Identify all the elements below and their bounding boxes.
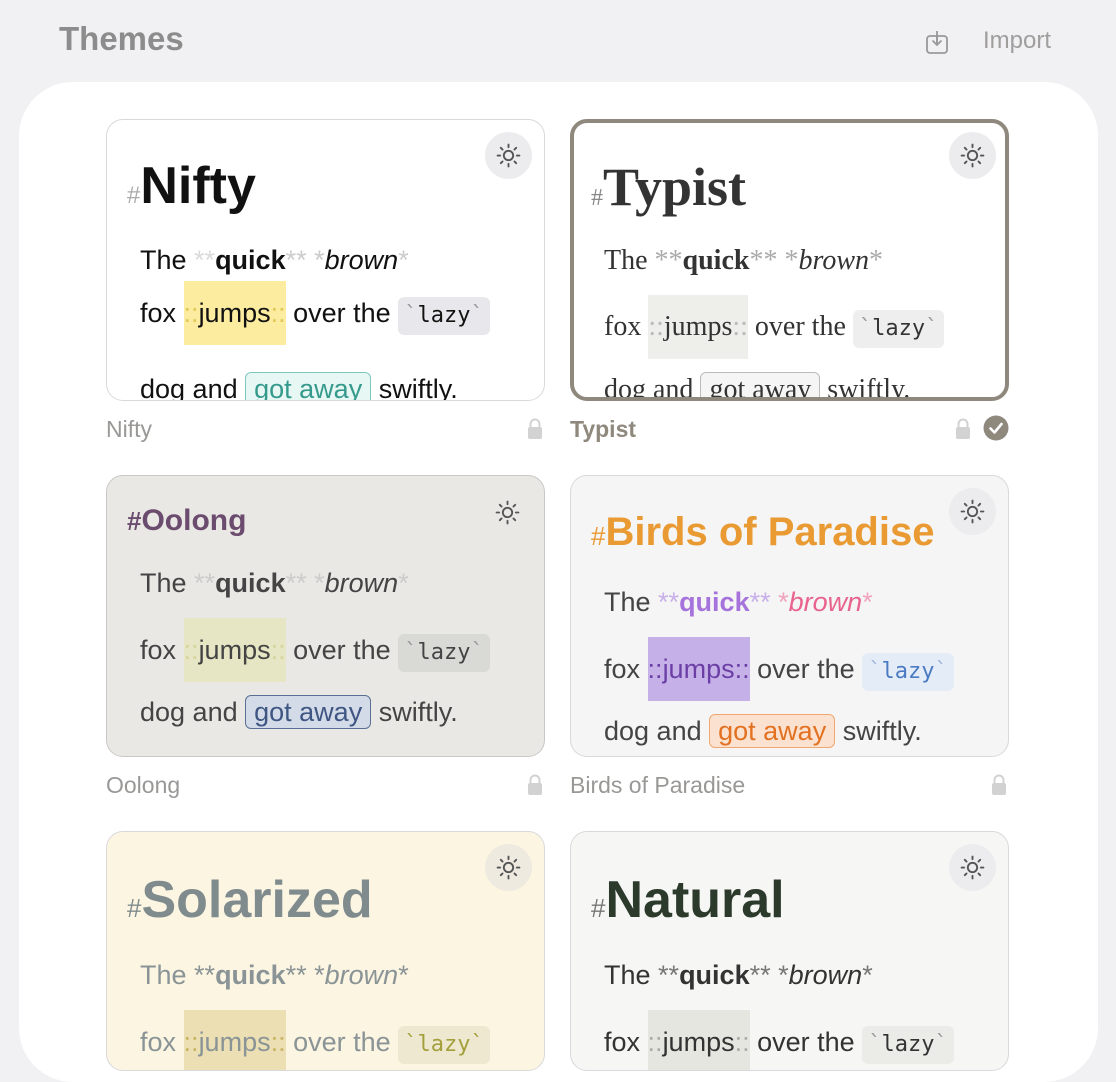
lock-icon [528, 418, 542, 439]
theme-heading: #Birds of Paradise [591, 510, 935, 554]
appearance-toggle-button[interactable] [485, 844, 532, 891]
theme-card-natural[interactable]: #Natural The **quick** *brown* fox ::jum… [570, 831, 1009, 1071]
heading-text: Birds of Paradise [605, 510, 935, 554]
theme-card-oolong[interactable]: #Oolong The **quick** *brown* fox ::jump… [106, 475, 545, 757]
appearance-toggle-button[interactable] [949, 132, 996, 179]
sun-icon[interactable] [495, 500, 520, 525]
import-icon[interactable] [925, 29, 949, 55]
theme-caption: Typist [570, 416, 637, 442]
heading-hash: # [127, 182, 141, 209]
theme-card-solarized[interactable]: #Solarized The **quick** *brown* fox ::j… [106, 831, 545, 1071]
appearance-toggle-button[interactable] [949, 488, 996, 535]
heading-text: Natural [605, 871, 785, 929]
page-title: Themes [59, 20, 184, 57]
sun-icon [960, 855, 985, 880]
sun-icon [960, 499, 985, 524]
lock-icon [992, 774, 1006, 795]
theme-heading: #Natural [591, 871, 785, 929]
heading-text: Nifty [140, 157, 256, 215]
checkmark-icon [983, 415, 1009, 441]
top-bar: Themes Import [0, 0, 1116, 82]
theme-heading: #Oolong [127, 504, 247, 537]
sun-icon [496, 143, 521, 168]
import-button[interactable]: Import [983, 27, 1051, 55]
theme-heading: #Solarized [127, 871, 373, 929]
lock-icon [528, 774, 542, 795]
appearance-toggle-button[interactable] [949, 844, 996, 891]
theme-card-typist[interactable]: #Typist The **quick** *brown* fox ::jump… [570, 119, 1009, 401]
theme-caption: Nifty [106, 416, 152, 442]
theme-heading: #Typist [591, 157, 747, 217]
heading-text: Solarized [141, 871, 373, 929]
sun-icon [496, 855, 521, 880]
theme-caption: Birds of Paradise [570, 772, 746, 798]
theme-caption: Oolong [106, 772, 181, 798]
lock-icon [956, 418, 970, 439]
heading-text: Typist [603, 157, 747, 217]
theme-card-nifty[interactable]: #Nifty The **quick** *brown* fox ::jumps… [106, 119, 545, 401]
appearance-toggle-button[interactable] [485, 132, 532, 179]
theme-card-birds-of-paradise[interactable]: #Birds of Paradise The **quick** *brown*… [570, 475, 1009, 757]
heading-text: Oolong [141, 504, 247, 537]
sun-icon [960, 143, 985, 168]
theme-heading: #Nifty [127, 156, 256, 216]
